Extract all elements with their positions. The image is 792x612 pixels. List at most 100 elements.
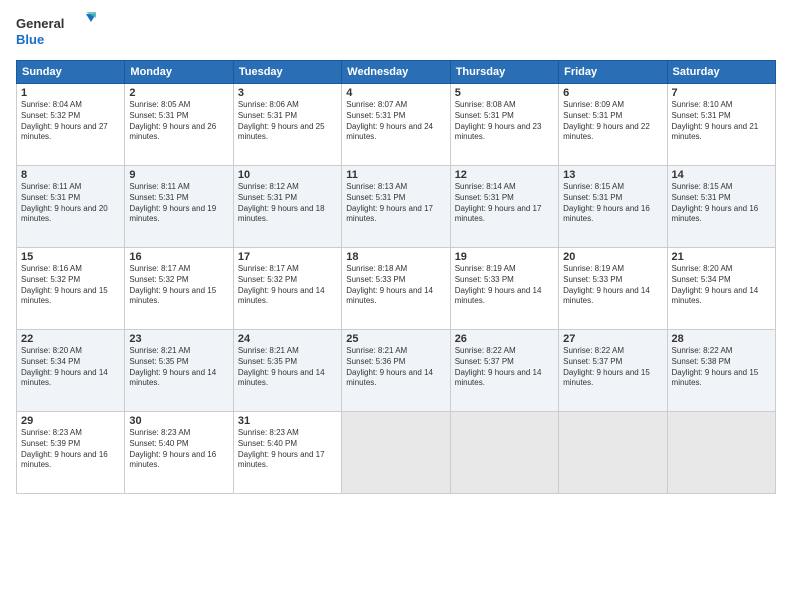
day-info: Sunrise: 8:23 AMSunset: 5:39 PMDaylight:… [21,428,120,471]
logo-svg: General Blue [16,12,96,50]
day-info: Sunrise: 8:23 AMSunset: 5:40 PMDaylight:… [129,428,228,471]
calendar-cell: 28Sunrise: 8:22 AMSunset: 5:38 PMDayligh… [667,330,775,412]
calendar-week-3: 15Sunrise: 8:16 AMSunset: 5:32 PMDayligh… [17,248,776,330]
day-info: Sunrise: 8:05 AMSunset: 5:31 PMDaylight:… [129,100,228,143]
day-number: 10 [238,169,337,181]
day-info: Sunrise: 8:15 AMSunset: 5:31 PMDaylight:… [563,182,662,225]
day-info: Sunrise: 8:11 AMSunset: 5:31 PMDaylight:… [21,182,120,225]
day-info: Sunrise: 8:15 AMSunset: 5:31 PMDaylight:… [672,182,771,225]
calendar-cell [559,412,667,494]
page: General Blue SundayMondayTuesdayWednesda… [0,0,792,612]
col-header-tuesday: Tuesday [233,61,341,84]
calendar-cell: 11Sunrise: 8:13 AMSunset: 5:31 PMDayligh… [342,166,450,248]
day-info: Sunrise: 8:10 AMSunset: 5:31 PMDaylight:… [672,100,771,143]
day-info: Sunrise: 8:20 AMSunset: 5:34 PMDaylight:… [672,264,771,307]
day-info: Sunrise: 8:21 AMSunset: 5:36 PMDaylight:… [346,346,445,389]
day-number: 25 [346,333,445,345]
calendar-week-5: 29Sunrise: 8:23 AMSunset: 5:39 PMDayligh… [17,412,776,494]
col-header-monday: Monday [125,61,233,84]
calendar-cell: 30Sunrise: 8:23 AMSunset: 5:40 PMDayligh… [125,412,233,494]
day-info: Sunrise: 8:17 AMSunset: 5:32 PMDaylight:… [238,264,337,307]
day-number: 29 [21,415,120,427]
calendar-cell: 21Sunrise: 8:20 AMSunset: 5:34 PMDayligh… [667,248,775,330]
day-number: 18 [346,251,445,263]
calendar-cell [342,412,450,494]
day-number: 6 [563,87,662,99]
day-number: 20 [563,251,662,263]
day-number: 1 [21,87,120,99]
day-number: 11 [346,169,445,181]
svg-text:General: General [16,16,64,31]
day-info: Sunrise: 8:13 AMSunset: 5:31 PMDaylight:… [346,182,445,225]
col-header-thursday: Thursday [450,61,558,84]
calendar-cell: 15Sunrise: 8:16 AMSunset: 5:32 PMDayligh… [17,248,125,330]
day-number: 17 [238,251,337,263]
calendar-cell: 18Sunrise: 8:18 AMSunset: 5:33 PMDayligh… [342,248,450,330]
calendar-cell: 29Sunrise: 8:23 AMSunset: 5:39 PMDayligh… [17,412,125,494]
day-number: 15 [21,251,120,263]
col-header-friday: Friday [559,61,667,84]
day-number: 26 [455,333,554,345]
calendar-cell: 12Sunrise: 8:14 AMSunset: 5:31 PMDayligh… [450,166,558,248]
header: General Blue [16,12,776,50]
day-info: Sunrise: 8:22 AMSunset: 5:38 PMDaylight:… [672,346,771,389]
day-info: Sunrise: 8:06 AMSunset: 5:31 PMDaylight:… [238,100,337,143]
day-info: Sunrise: 8:11 AMSunset: 5:31 PMDaylight:… [129,182,228,225]
day-number: 8 [21,169,120,181]
day-info: Sunrise: 8:20 AMSunset: 5:34 PMDaylight:… [21,346,120,389]
calendar-week-2: 8Sunrise: 8:11 AMSunset: 5:31 PMDaylight… [17,166,776,248]
day-number: 19 [455,251,554,263]
day-number: 21 [672,251,771,263]
day-info: Sunrise: 8:14 AMSunset: 5:31 PMDaylight:… [455,182,554,225]
day-info: Sunrise: 8:19 AMSunset: 5:33 PMDaylight:… [455,264,554,307]
day-info: Sunrise: 8:08 AMSunset: 5:31 PMDaylight:… [455,100,554,143]
calendar-cell: 6Sunrise: 8:09 AMSunset: 5:31 PMDaylight… [559,84,667,166]
day-number: 5 [455,87,554,99]
day-number: 9 [129,169,228,181]
col-header-saturday: Saturday [667,61,775,84]
day-number: 31 [238,415,337,427]
day-info: Sunrise: 8:23 AMSunset: 5:40 PMDaylight:… [238,428,337,471]
day-number: 13 [563,169,662,181]
day-info: Sunrise: 8:19 AMSunset: 5:33 PMDaylight:… [563,264,662,307]
calendar-cell: 31Sunrise: 8:23 AMSunset: 5:40 PMDayligh… [233,412,341,494]
calendar-table: SundayMondayTuesdayWednesdayThursdayFrid… [16,60,776,494]
day-info: Sunrise: 8:22 AMSunset: 5:37 PMDaylight:… [455,346,554,389]
calendar-cell: 10Sunrise: 8:12 AMSunset: 5:31 PMDayligh… [233,166,341,248]
day-number: 12 [455,169,554,181]
calendar-cell: 1Sunrise: 8:04 AMSunset: 5:32 PMDaylight… [17,84,125,166]
day-number: 24 [238,333,337,345]
calendar-cell: 3Sunrise: 8:06 AMSunset: 5:31 PMDaylight… [233,84,341,166]
calendar-cell: 20Sunrise: 8:19 AMSunset: 5:33 PMDayligh… [559,248,667,330]
day-info: Sunrise: 8:18 AMSunset: 5:33 PMDaylight:… [346,264,445,307]
day-info: Sunrise: 8:21 AMSunset: 5:35 PMDaylight:… [238,346,337,389]
calendar-cell: 19Sunrise: 8:19 AMSunset: 5:33 PMDayligh… [450,248,558,330]
day-number: 4 [346,87,445,99]
calendar-cell: 8Sunrise: 8:11 AMSunset: 5:31 PMDaylight… [17,166,125,248]
calendar-cell: 7Sunrise: 8:10 AMSunset: 5:31 PMDaylight… [667,84,775,166]
day-number: 27 [563,333,662,345]
day-info: Sunrise: 8:21 AMSunset: 5:35 PMDaylight:… [129,346,228,389]
calendar-cell: 5Sunrise: 8:08 AMSunset: 5:31 PMDaylight… [450,84,558,166]
day-info: Sunrise: 8:17 AMSunset: 5:32 PMDaylight:… [129,264,228,307]
calendar-cell: 14Sunrise: 8:15 AMSunset: 5:31 PMDayligh… [667,166,775,248]
day-info: Sunrise: 8:22 AMSunset: 5:37 PMDaylight:… [563,346,662,389]
calendar-cell: 9Sunrise: 8:11 AMSunset: 5:31 PMDaylight… [125,166,233,248]
calendar-cell: 26Sunrise: 8:22 AMSunset: 5:37 PMDayligh… [450,330,558,412]
calendar-cell: 23Sunrise: 8:21 AMSunset: 5:35 PMDayligh… [125,330,233,412]
day-number: 22 [21,333,120,345]
day-number: 7 [672,87,771,99]
day-info: Sunrise: 8:09 AMSunset: 5:31 PMDaylight:… [563,100,662,143]
day-number: 2 [129,87,228,99]
col-header-wednesday: Wednesday [342,61,450,84]
day-number: 23 [129,333,228,345]
calendar-body: 1Sunrise: 8:04 AMSunset: 5:32 PMDaylight… [17,84,776,494]
calendar-cell: 16Sunrise: 8:17 AMSunset: 5:32 PMDayligh… [125,248,233,330]
calendar-cell [450,412,558,494]
calendar-week-4: 22Sunrise: 8:20 AMSunset: 5:34 PMDayligh… [17,330,776,412]
calendar-cell: 27Sunrise: 8:22 AMSunset: 5:37 PMDayligh… [559,330,667,412]
day-number: 28 [672,333,771,345]
calendar-cell: 4Sunrise: 8:07 AMSunset: 5:31 PMDaylight… [342,84,450,166]
calendar-cell: 24Sunrise: 8:21 AMSunset: 5:35 PMDayligh… [233,330,341,412]
calendar-cell: 17Sunrise: 8:17 AMSunset: 5:32 PMDayligh… [233,248,341,330]
